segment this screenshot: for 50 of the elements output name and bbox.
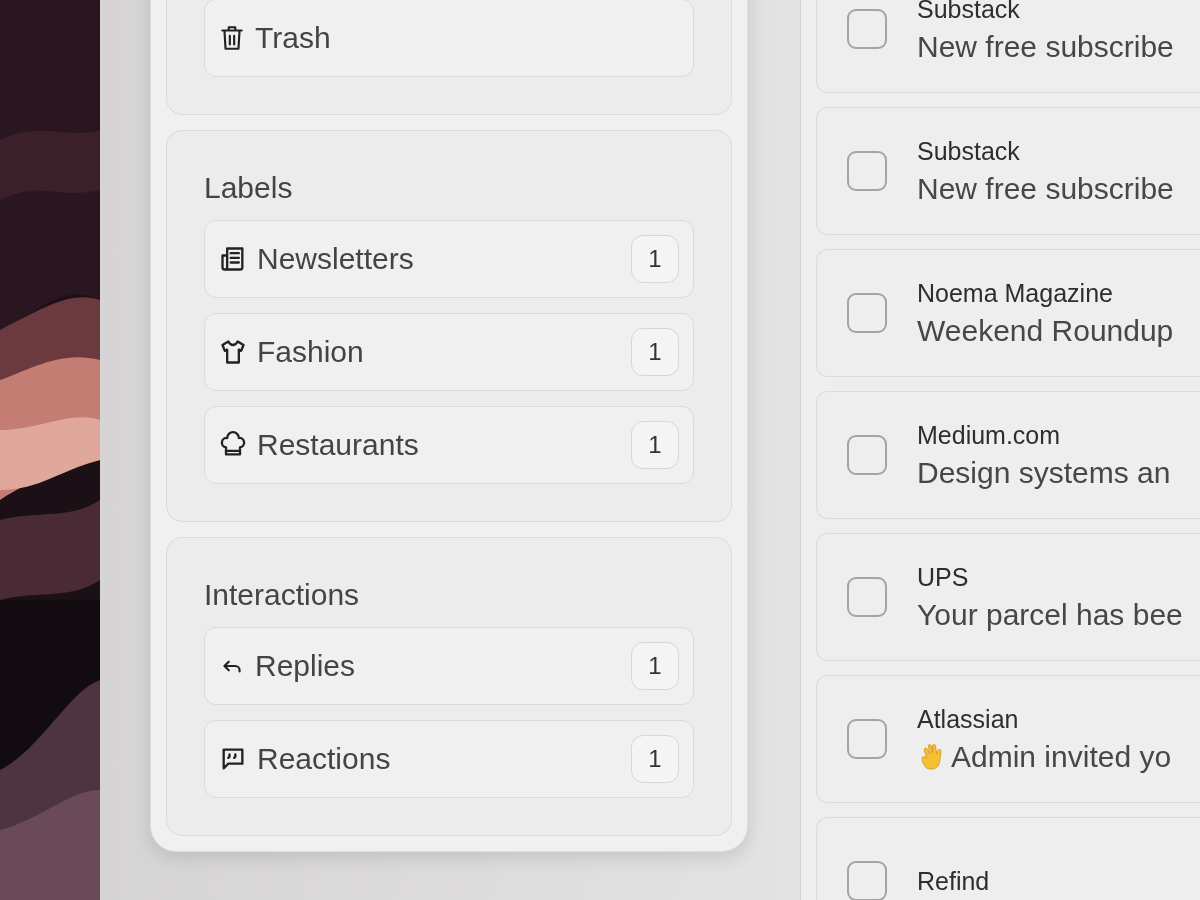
checkbox[interactable] xyxy=(847,151,887,191)
sidebar-item[interactable]: Newsletters 1 xyxy=(204,220,694,298)
sender-name: Refind xyxy=(917,866,990,896)
subject-line: Design systems an xyxy=(917,455,1171,490)
item-label: Restaurants xyxy=(257,428,420,462)
sender-name: Medium.com xyxy=(917,420,1062,450)
message-row[interactable]: Refind xyxy=(816,817,1200,900)
sidebar-item[interactable]: Trash xyxy=(204,0,694,77)
section-title: Labels xyxy=(204,170,294,206)
message-row[interactable]: UPS Your parcel has bee xyxy=(816,533,1200,661)
item-label: Replies xyxy=(255,649,357,683)
count-badge: 1 xyxy=(631,421,679,469)
subject-line: Weekend Roundup xyxy=(917,313,1174,348)
sender-name: Substack xyxy=(917,136,1021,166)
message-row[interactable]: Substack New free subscribe xyxy=(816,107,1200,235)
checkbox[interactable] xyxy=(847,9,887,49)
sender-name: Noema Magazine xyxy=(917,278,1114,308)
sidebar-item[interactable]: Replies 1 xyxy=(204,627,694,705)
sidebar-item[interactable]: Fashion 1 xyxy=(204,313,694,391)
count-badge: 1 xyxy=(631,235,679,283)
chef-hat-icon xyxy=(219,431,247,459)
section-title: Interactions xyxy=(204,577,361,613)
checkbox[interactable] xyxy=(847,293,887,333)
checkbox[interactable] xyxy=(847,861,887,900)
item-label: Fashion xyxy=(257,335,365,369)
checkbox[interactable] xyxy=(847,435,887,475)
subject-line: New free subscribe xyxy=(917,29,1174,64)
sidebar-item[interactable]: Restaurants 1 xyxy=(204,406,694,484)
message-row[interactable]: Substack New free subscribe xyxy=(816,0,1200,93)
message-row[interactable]: Noema Magazine Weekend Roundup xyxy=(816,249,1200,377)
trash-icon xyxy=(219,24,245,52)
newspaper-icon xyxy=(219,245,247,273)
sender-name: Substack xyxy=(917,0,1021,24)
subject-line: Admin invited yo xyxy=(917,739,1172,774)
sender-name: Atlassian xyxy=(917,704,1020,734)
subject-line: New free subscribe xyxy=(917,171,1174,206)
message-row[interactable]: Medium.com Design systems an xyxy=(816,391,1200,519)
checkbox[interactable] xyxy=(847,719,887,759)
sidebar-item[interactable]: Reactions 1 xyxy=(204,720,694,798)
shirt-icon xyxy=(219,338,247,366)
sender-name: UPS xyxy=(917,562,970,592)
count-badge: 1 xyxy=(631,328,679,376)
count-badge: 1 xyxy=(631,735,679,783)
item-label: Reactions xyxy=(257,742,392,776)
message-row[interactable]: Atlassian Admin invited yo xyxy=(816,675,1200,803)
checkbox[interactable] xyxy=(847,577,887,617)
item-label: Trash xyxy=(255,21,332,55)
count-badge: 1 xyxy=(631,642,679,690)
item-label: Newsletters xyxy=(257,242,415,276)
subject-line: Your parcel has bee xyxy=(917,597,1183,632)
